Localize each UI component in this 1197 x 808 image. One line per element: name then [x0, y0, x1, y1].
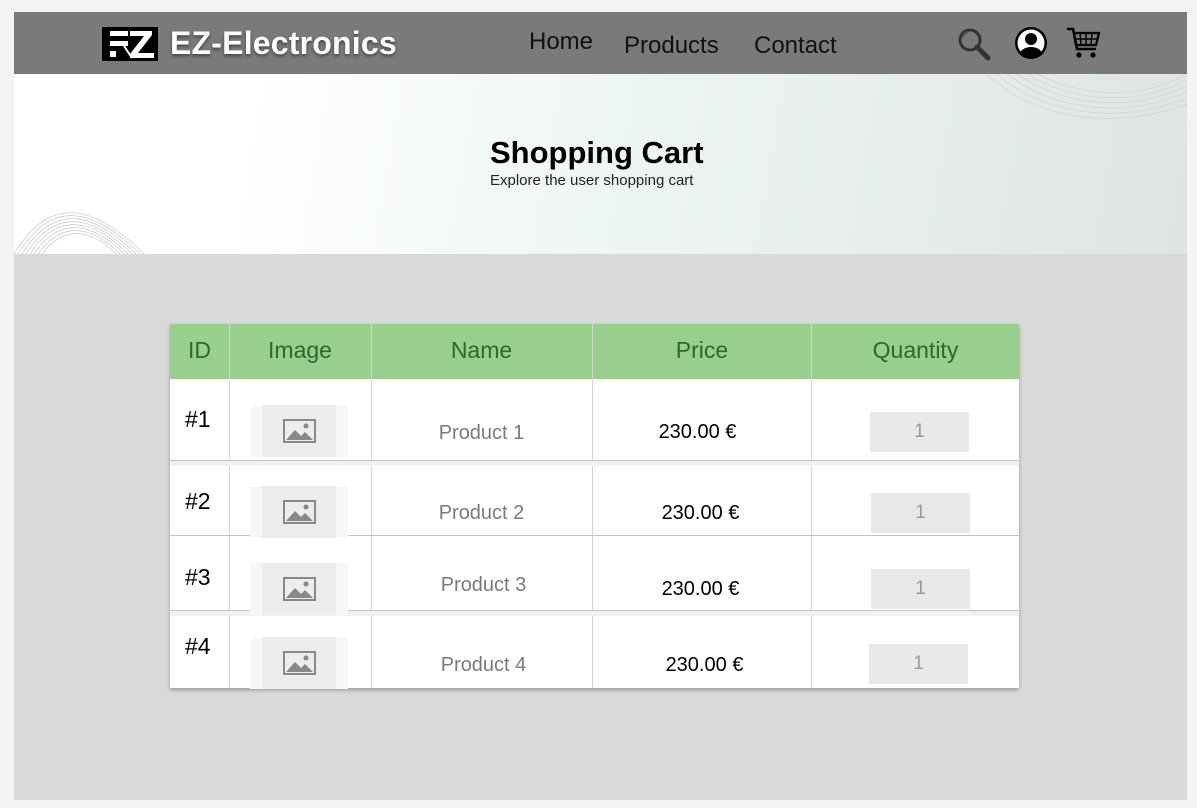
nav-contact[interactable]: Contact [754, 32, 837, 60]
image-placeholder-icon [283, 419, 316, 443]
page-title: Shopping Cart [490, 135, 704, 170]
cell-product-name[interactable]: Product 4 [373, 654, 594, 677]
row-divider [170, 461, 1019, 466]
column-divider [811, 324, 812, 688]
column-header-image: Image [268, 337, 332, 363]
cell-price: 230.00 € [658, 421, 737, 443]
cell-product-name[interactable]: Product 3 [373, 574, 594, 597]
column-divider [229, 324, 230, 688]
cell-product-name[interactable]: Product 2 [371, 502, 592, 525]
quantity-input[interactable]: 1 [870, 412, 969, 452]
column-header-price: Price [675, 337, 729, 363]
cell-id: #1 [185, 406, 211, 432]
table-header: ID Image Name Price Quantity [170, 324, 1019, 379]
cart-icon[interactable] [1065, 25, 1101, 61]
quantity-input[interactable]: 1 [869, 644, 968, 684]
product-image [250, 563, 348, 615]
cell-price: 230.00 € [661, 578, 740, 600]
nav-home[interactable]: Home [529, 28, 593, 56]
search-icon[interactable] [956, 26, 992, 62]
column-header-id: ID [188, 337, 211, 363]
cell-product-name[interactable]: Product 1 [371, 422, 592, 445]
decorative-wave-right [987, 74, 1187, 119]
decorative-wave-left [14, 212, 145, 254]
navbar: EZ-Electronics Home Products Contact [14, 12, 1187, 74]
image-placeholder-icon [283, 577, 316, 601]
brand-logo[interactable] [102, 27, 158, 61]
image-placeholder-icon [283, 651, 316, 675]
brand-name[interactable]: EZ-Electronics [170, 25, 397, 62]
product-image [250, 405, 348, 457]
nav-products[interactable]: Products [624, 32, 719, 60]
image-placeholder-icon [283, 500, 316, 524]
product-image [250, 637, 348, 689]
cell-id: #3 [185, 564, 211, 590]
cell-id: #4 [185, 633, 211, 659]
page-frame: EZ-Electronics Home Products Contact Sho… [14, 12, 1187, 800]
quantity-input[interactable]: 1 [871, 493, 970, 533]
cell-price: 230.00 € [665, 654, 744, 676]
page-subtitle: Explore the user shopping cart [490, 172, 694, 189]
column-header-name: Name [450, 337, 513, 363]
quantity-input[interactable]: 1 [871, 569, 970, 609]
column-header-quantity: Quantity [872, 337, 959, 363]
user-icon[interactable] [1013, 25, 1049, 61]
cell-price: 230.00 € [661, 502, 740, 524]
hero-banner: Shopping Cart Explore the user shopping … [14, 74, 1187, 254]
cell-id: #2 [185, 488, 211, 514]
cart-table: ID Image Name Price Quantity #1 Product … [170, 324, 1019, 689]
product-image [250, 486, 348, 538]
